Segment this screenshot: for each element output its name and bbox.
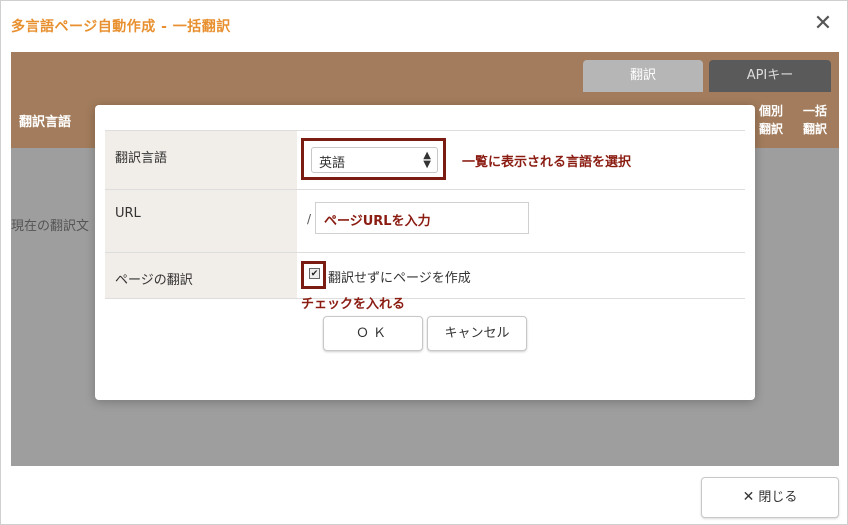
column-header-language: 翻訳言語: [19, 115, 72, 130]
language-select-value: 英語: [319, 156, 346, 171]
ok-button[interactable]: ＯＫ: [323, 316, 423, 351]
row-url: URL / ページURLを入力: [105, 189, 745, 252]
sort-arrows-icon: ▲ ▼: [423, 150, 431, 170]
row-language: 翻訳言語 英語 ▲ ▼ 一覧に表示される言語を選択: [105, 130, 745, 190]
tab-translate[interactable]: 翻訳: [583, 60, 703, 92]
column-header-individual: 個別 翻訳: [753, 102, 789, 138]
column-header-individual-line2: 翻訳: [758, 122, 783, 136]
tab-api-key[interactable]: APIキー: [709, 60, 831, 92]
close-button-label: 閉じる: [758, 490, 798, 505]
dialog-window: 多言語ページ自動作成 - 一括翻訳 ✕ 翻訳 APIキー 翻訳言語 個別 翻訳 …: [0, 0, 848, 525]
close-button[interactable]: ✕ 閉じる: [701, 477, 839, 518]
url-prefix: /: [307, 212, 312, 226]
dialog-title: 多言語ページ自動作成 - 一括翻訳: [11, 19, 231, 35]
row-label-language: 翻訳言語: [105, 131, 297, 190]
translate-modal: 翻訳言語 英語 ▲ ▼ 一覧に表示される言語を選択 URL / ページURLを入力…: [95, 105, 755, 400]
column-header-bulk-line1: 一括: [802, 104, 827, 118]
skip-translation-checkbox[interactable]: ✔: [309, 268, 320, 279]
language-select[interactable]: 英語 ▲ ▼: [311, 147, 438, 173]
row-page-translation: ページの翻訳 ✔ 翻訳せずにページを作成: [105, 252, 745, 299]
row-label-url: URL: [105, 190, 297, 252]
close-icon[interactable]: ✕: [811, 12, 835, 36]
annotation-checkbox: チェックを入れる: [301, 297, 406, 312]
cancel-button[interactable]: キャンセル: [427, 316, 527, 351]
annotation-language: 一覧に表示される言語を選択: [462, 155, 632, 170]
column-header-bulk-line2: 翻訳: [802, 122, 827, 136]
highlight-box: ✔: [301, 261, 326, 289]
row-label-page: ページの翻訳: [105, 253, 297, 298]
checkbox-label[interactable]: 翻訳せずにページを作成: [328, 267, 471, 286]
background-text: 現在の翻訳文: [11, 219, 90, 234]
url-input[interactable]: ページURLを入力: [315, 202, 529, 234]
column-header-individual-line1: 個別: [758, 104, 783, 118]
highlight-box: 英語 ▲ ▼: [301, 138, 446, 180]
close-icon: ✕: [742, 489, 755, 505]
column-header-bulk: 一括 翻訳: [797, 102, 833, 138]
